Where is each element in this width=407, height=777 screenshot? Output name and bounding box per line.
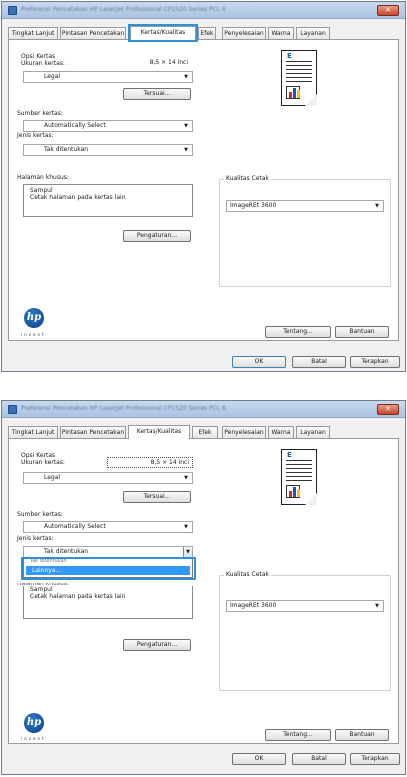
tab-tingkat-lanjut[interactable]: Tingkat Lanjut	[8, 27, 58, 39]
paper-size-dimensions: 8,5 × 14 inci	[107, 457, 193, 468]
paper-source-label: Sumber kertas:	[17, 511, 63, 518]
paper-size-value: Legal	[44, 73, 61, 80]
paper-type-label: Jenis kertas:	[17, 132, 54, 139]
highlight-callout	[21, 557, 196, 580]
tab-penyelesaian[interactable]: Penyelesaian	[222, 27, 266, 39]
paper-source-value: Automatically Select	[44, 523, 106, 530]
paper-size-select[interactable]: Legal ▼	[23, 71, 193, 83]
paper-type-value: Tak ditentukan	[44, 146, 89, 153]
tab-kertas-kualitas[interactable]: Kertas/Kualitas	[128, 425, 190, 439]
hp-logo: hp	[22, 713, 46, 735]
tab-layanan[interactable]: Layanan	[296, 426, 330, 438]
hp-logo-icon: hp	[24, 308, 44, 328]
apply-button[interactable]: Terapkan	[350, 753, 400, 765]
list-item[interactable]: Cetak halaman pada kertas lain	[30, 194, 192, 201]
tab-kertas-kualitas[interactable]: Kertas/Kualitas	[128, 24, 198, 42]
tab-bar: Tingkat Lanjut Pintasan Pencetakan Kerta…	[8, 24, 399, 42]
chart-icon	[286, 485, 300, 498]
paper-size-value: Legal	[44, 474, 61, 481]
print-quality-label: Kualitas Cetak	[224, 175, 271, 182]
paper-type-value: Tak ditentukan	[44, 548, 89, 555]
settings-button[interactable]: Pengaturan...	[123, 639, 191, 651]
preview-letter: E	[287, 451, 292, 459]
chevron-down-icon: ▼	[184, 147, 188, 153]
chevron-down-icon: ▼	[184, 74, 188, 80]
custom-button[interactable]: Tersuai...	[123, 88, 191, 100]
paper-quality-panel: Opsi Kertas Ukuran kertas: 8,5 × 14 inci…	[8, 438, 399, 744]
paper-source-select[interactable]: Automatically Select ▼	[23, 521, 193, 533]
cancel-button[interactable]: Batal	[292, 356, 346, 368]
paper-source-value: Automatically Select	[44, 122, 106, 129]
print-preferences-window-2: Preferensi Pencetakan HP LaserJet Profes…	[1, 400, 406, 775]
tab-efek[interactable]: Efek	[192, 426, 218, 438]
paper-type-select[interactable]: Tak ditentukan ▼	[23, 144, 193, 156]
settings-button[interactable]: Pengaturan...	[123, 230, 191, 242]
tab-tingkat-lanjut[interactable]: Tingkat Lanjut	[8, 426, 58, 438]
print-quality-group: Kualitas Cetak ImageREt 3600 ▼	[219, 175, 391, 287]
tab-bar: Tingkat Lanjut Pintasan Pencetakan Kerta…	[8, 425, 399, 439]
special-pages-list[interactable]: Sampul Cetak halaman pada kertas lain	[23, 184, 193, 217]
printer-icon	[8, 405, 17, 414]
invent-text: invent	[21, 332, 46, 337]
printer-icon	[8, 6, 17, 15]
print-quality-value: ImageREt 3600	[230, 202, 277, 209]
print-quality-group: Kualitas Cetak ImageREt 3600 ▼	[219, 571, 391, 691]
tab-warna[interactable]: Warna	[268, 426, 294, 438]
ok-button[interactable]: OK	[232, 356, 286, 368]
preview-letter: E	[287, 52, 292, 60]
chart-icon	[286, 86, 300, 99]
print-quality-value: ImageREt 3600	[230, 602, 277, 609]
print-preferences-window-1: Preferensi Pencetakan HP LaserJet Profes…	[1, 1, 406, 372]
print-quality-label: Kualitas Cetak	[224, 571, 271, 578]
tab-pintasan-pencetakan[interactable]: Pintasan Pencetakan	[60, 27, 126, 39]
ok-button[interactable]: OK	[232, 753, 286, 765]
tab-pintasan-pencetakan[interactable]: Pintasan Pencetakan	[60, 426, 126, 438]
paper-size-select[interactable]: Legal ▼	[23, 472, 193, 484]
hp-logo-icon: hp	[24, 713, 44, 733]
paper-source-select[interactable]: Automatically Select ▼	[23, 120, 193, 132]
paper-size-dimensions: 8,5 × 14 inci	[149, 59, 188, 66]
tab-warna[interactable]: Warna	[268, 27, 294, 39]
apply-button[interactable]: Terapkan	[350, 356, 400, 368]
custom-button[interactable]: Tersuai...	[123, 491, 191, 503]
chevron-down-icon: ▼	[184, 123, 188, 129]
help-button[interactable]: Bantuan	[335, 729, 389, 741]
list-item[interactable]: Sampul	[30, 586, 192, 593]
help-button[interactable]: Bantuan	[335, 326, 389, 338]
chevron-down-icon: ▼	[184, 524, 188, 530]
special-pages-label: Halaman khusus:	[17, 174, 69, 181]
print-quality-select[interactable]: ImageREt 3600 ▼	[226, 200, 384, 212]
list-item[interactable]: Sampul	[30, 187, 192, 194]
title-bar: Preferensi Pencetakan HP LaserJet Profes…	[2, 401, 405, 418]
chevron-down-icon: ▼	[184, 475, 188, 481]
print-quality-select[interactable]: ImageREt 3600 ▼	[226, 600, 384, 612]
tab-layanan[interactable]: Layanan	[296, 27, 330, 39]
chevron-down-icon: ▼	[375, 203, 379, 209]
tab-penyelesaian[interactable]: Penyelesaian	[222, 426, 266, 438]
paper-options-label: Opsi Kertas	[21, 452, 56, 459]
tab-efek[interactable]: Efek	[198, 27, 216, 39]
special-pages-list[interactable]: Sampul Cetak halaman pada kertas lain	[23, 586, 193, 619]
hp-logo: hp	[22, 308, 46, 330]
close-button[interactable]: ✕	[377, 404, 399, 415]
paper-type-label: Jenis kertas:	[17, 535, 54, 542]
invent-text: invent	[21, 736, 46, 741]
page-preview-image: E	[281, 449, 317, 505]
close-button[interactable]: ✕	[377, 5, 399, 16]
title-bar: Preferensi Pencetakan HP LaserJet Profes…	[2, 2, 405, 19]
paper-size-label: Ukuran kertas:	[21, 459, 65, 466]
about-button[interactable]: Tentang...	[265, 326, 331, 338]
paper-quality-panel: Opsi Kertas Ukuran kertas: 8,5 × 14 inci…	[8, 39, 399, 341]
list-item[interactable]: Cetak halaman pada kertas lain	[30, 593, 192, 600]
page-preview-image: E	[281, 50, 317, 106]
paper-options-label: Opsi Kertas	[21, 53, 56, 60]
about-button[interactable]: Tentang...	[265, 729, 331, 741]
cancel-button[interactable]: Batal	[292, 753, 346, 765]
paper-size-label: Ukuran kertas:	[21, 60, 65, 67]
paper-source-label: Sumber kertas:	[17, 110, 63, 117]
window-title: Preferensi Pencetakan HP LaserJet Profes…	[21, 6, 226, 13]
window-title: Preferensi Pencetakan HP LaserJet Profes…	[21, 405, 226, 412]
chevron-down-icon: ▼	[375, 603, 379, 609]
